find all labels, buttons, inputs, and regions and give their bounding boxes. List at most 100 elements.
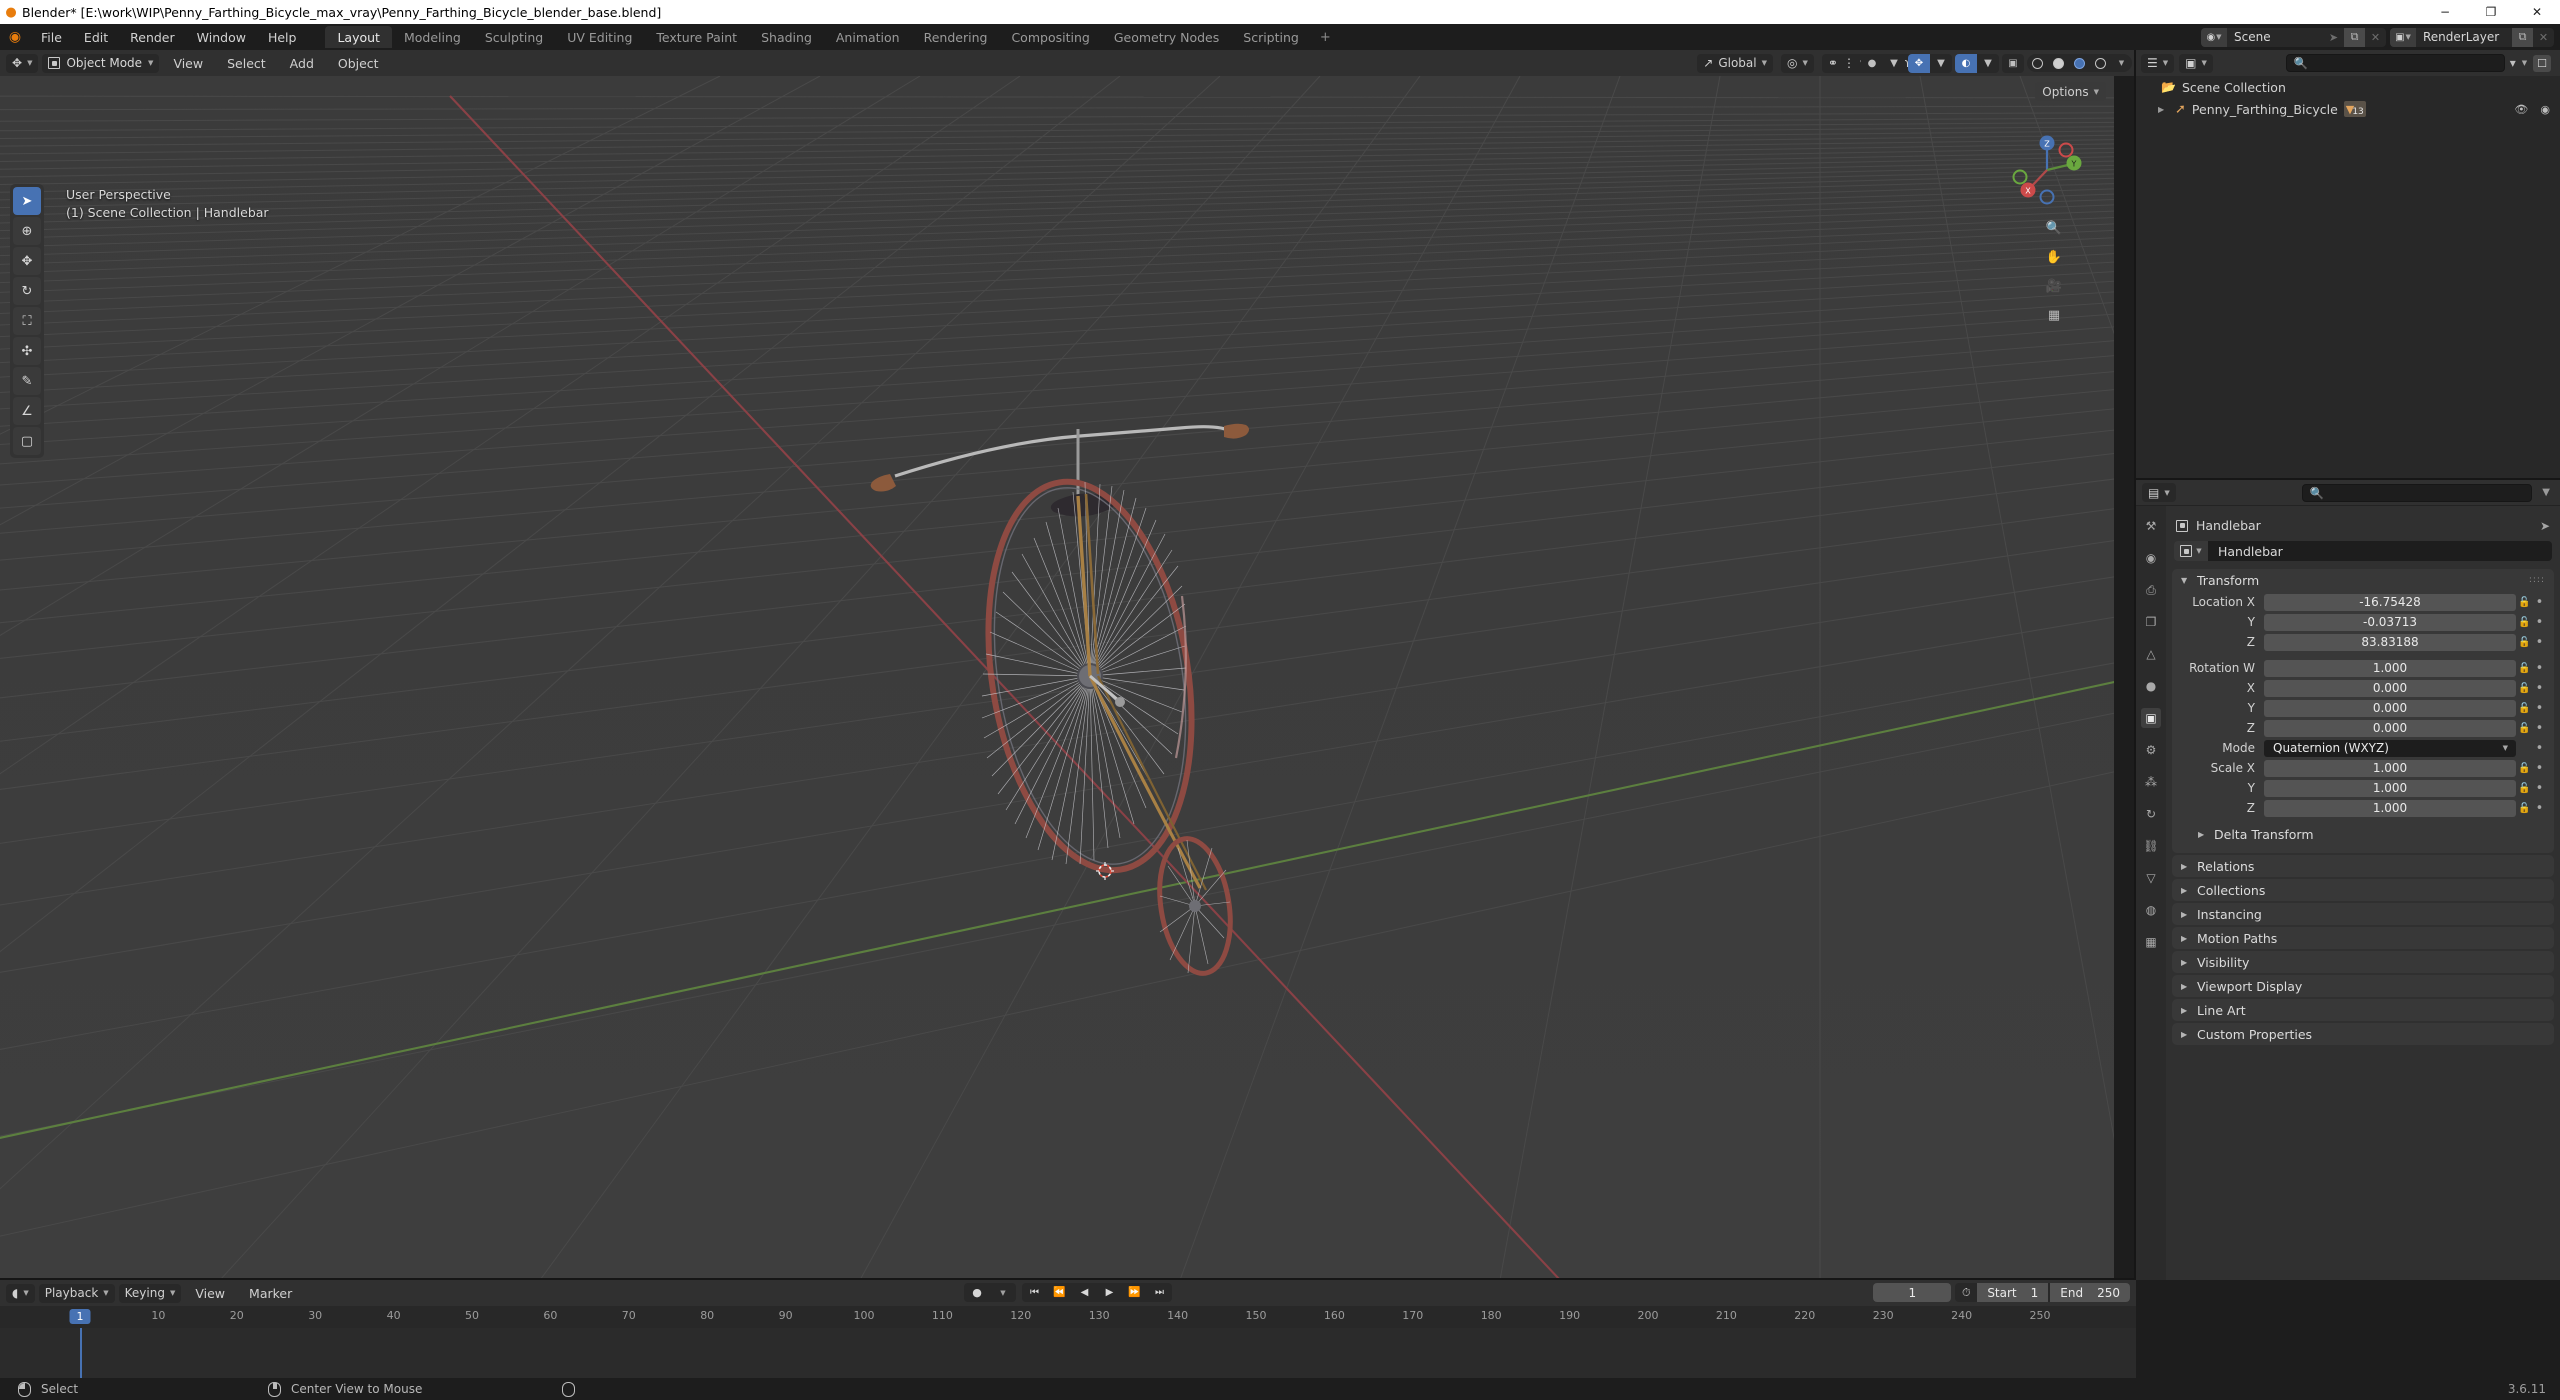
horizontal-splitter-timeline[interactable]	[0, 1278, 2136, 1280]
workspace-tab-shading[interactable]: Shading	[749, 26, 824, 48]
lock-scale-z-icon[interactable]: 🔓	[2516, 803, 2533, 814]
material-preview-shading-icon[interactable]	[2069, 54, 2090, 72]
playback-menu[interactable]: Playback ▼	[38, 1283, 115, 1303]
scene-selector[interactable]: ◉ ▼ Scene ➤ ⧉ ✕	[2201, 27, 2386, 47]
properties-editor-type-selector[interactable]: ▤ ▼	[2142, 483, 2176, 502]
field-rotation-w[interactable]: 1.000	[2264, 659, 2516, 677]
panel-delta-transform-header[interactable]: ▶ Delta Transform	[2180, 823, 2546, 845]
transform-tool[interactable]: ✣	[13, 337, 41, 365]
jump-to-start-button[interactable]: ⏮	[1022, 1283, 1047, 1302]
object-mode-selector[interactable]: Object Mode ▼	[42, 53, 160, 73]
outliner-search-input[interactable]: 🔍	[2285, 54, 2505, 72]
workspace-tab-texture-paint[interactable]: Texture Paint	[644, 26, 749, 48]
animate-location-x-icon[interactable]: •	[2533, 595, 2546, 610]
lock-rotation-y-icon[interactable]: 🔓	[2516, 703, 2533, 714]
next-keyframe-button[interactable]: ⏩	[1122, 1283, 1147, 1302]
lock-rotation-z-icon[interactable]: 🔓	[2516, 723, 2533, 734]
play-button[interactable]: ▶	[1097, 1283, 1122, 1302]
tab-view-layer[interactable]: ❐	[2141, 612, 2161, 632]
field-rotation-mode[interactable]: Quaternion (WXYZ) ▼	[2264, 739, 2516, 757]
rotate-tool[interactable]: ↻	[13, 277, 41, 305]
tab-texture[interactable]: ▦	[2141, 932, 2161, 952]
chevron-down-icon[interactable]: ▼	[2522, 59, 2527, 67]
navigation-gizmo[interactable]: Z Y X	[2008, 131, 2086, 209]
viewlayer-name[interactable]: RenderLayer	[2416, 27, 2512, 47]
animate-scale-x-icon[interactable]: •	[2533, 761, 2546, 776]
workspace-tab-uv-editing[interactable]: UV Editing	[555, 26, 644, 48]
animate-rotation-z-icon[interactable]: •	[2533, 721, 2546, 736]
workspace-tab-animation[interactable]: Animation	[824, 26, 912, 48]
chevron-down-icon[interactable]: ▼	[1930, 54, 1952, 73]
chevron-down-icon[interactable]: ▼	[990, 1283, 1016, 1302]
new-scene-icon[interactable]: ⧉	[2344, 27, 2365, 47]
camera-view-icon[interactable]: 🎥	[2044, 276, 2064, 296]
workspace-tab-modeling[interactable]: Modeling	[392, 26, 473, 48]
maximize-button[interactable]: ❐	[2468, 0, 2514, 24]
workspace-tab-rendering[interactable]: Rendering	[912, 26, 1000, 48]
minimize-button[interactable]: −	[2422, 0, 2468, 24]
field-rotation-x[interactable]: 0.000	[2264, 679, 2516, 697]
animate-rotation-x-icon[interactable]: •	[2533, 681, 2546, 696]
viewport-options-button[interactable]: Options ▼	[2035, 82, 2106, 101]
timeline-menu-view[interactable]: View	[185, 1283, 235, 1304]
cursor-tool[interactable]: ⊕	[13, 217, 41, 245]
show-overlays-icon[interactable]: ◐	[1955, 53, 1977, 73]
lock-rotation-w-icon[interactable]: 🔓	[2516, 663, 2533, 674]
viewport-menu-select[interactable]: Select	[217, 53, 276, 74]
keying-menu[interactable]: Keying ▼	[118, 1283, 182, 1303]
horizontal-splitter-outliner[interactable]	[2136, 478, 2560, 480]
toggle-ortho-perspective-icon[interactable]: ▦	[2044, 305, 2064, 325]
tab-output[interactable]: ⎙	[2141, 580, 2161, 600]
use-preview-range-icon[interactable]: ⏱	[1955, 1283, 1977, 1302]
menu-help[interactable]: Help	[257, 27, 308, 48]
properties-search-input[interactable]: 🔍	[2301, 483, 2532, 502]
panel-motion-paths-header[interactable]: ▶ Motion Paths	[2172, 927, 2554, 949]
field-rotation-z[interactable]: 0.000	[2264, 719, 2516, 737]
disable-in-renders-camera-icon[interactable]: ◉	[2540, 103, 2550, 116]
annotate-tool[interactable]: ✎	[13, 367, 41, 395]
tab-particles[interactable]: ⁂	[2141, 772, 2161, 792]
tab-world[interactable]: ●	[2141, 676, 2161, 696]
animate-location-z-icon[interactable]: •	[2533, 635, 2546, 650]
workspace-tab-sculpting[interactable]: Sculpting	[473, 26, 555, 48]
play-reverse-button[interactable]: ◀	[1072, 1283, 1097, 1302]
object-name-field[interactable]: Handlebar	[2208, 541, 2552, 561]
animate-scale-y-icon[interactable]: •	[2533, 781, 2546, 796]
panel-custom-properties-header[interactable]: ▶ Custom Properties	[2172, 1023, 2554, 1045]
viewport-menu-view[interactable]: View	[163, 53, 213, 74]
editor-type-selector[interactable]: ✥ ▼	[6, 53, 39, 73]
filter-funnel-icon[interactable]: ▾	[2510, 56, 2516, 70]
tab-render[interactable]: ◉	[2141, 548, 2161, 568]
field-scale-z[interactable]: 1.000	[2264, 799, 2516, 817]
viewport-3d[interactable]: User Perspective (1) Scene Collection | …	[0, 76, 2114, 1280]
panel-visibility-header[interactable]: ▶ Visibility	[2172, 951, 2554, 973]
outliner-display-mode-selector[interactable]: ▣ ▼	[2179, 53, 2213, 73]
field-scale-x[interactable]: 1.000	[2264, 759, 2516, 777]
field-location-x[interactable]: -16.75428	[2264, 593, 2516, 611]
field-location-y[interactable]: -0.03713	[2264, 613, 2516, 631]
timeline-editor-type-selector[interactable]: ◖ ▼	[6, 1283, 35, 1303]
menu-file[interactable]: File	[30, 27, 73, 48]
panel-viewport-display-header[interactable]: ▶ Viewport Display	[2172, 975, 2554, 997]
jump-to-end-button[interactable]: ⏭	[1147, 1283, 1172, 1302]
object-type-selector[interactable]: ▼	[2174, 541, 2208, 561]
pan-hand-icon[interactable]: ✋	[2044, 247, 2064, 267]
properties-options-icon[interactable]: ▼	[2542, 487, 2554, 498]
show-gizmo-icon[interactable]: ✥	[1908, 53, 1930, 73]
lock-location-z-icon[interactable]: 🔓	[2516, 637, 2533, 648]
panel-instancing-header[interactable]: ▶ Instancing	[2172, 903, 2554, 925]
xray-icon[interactable]: ▣	[2002, 54, 2024, 73]
outliner-row-penny-farthing-bicycle[interactable]: ▶ ➚ Penny_Farthing_Bicycle ▼ 13 👁 ◉	[2136, 98, 2560, 120]
current-frame-field[interactable]: 1	[1873, 1283, 1952, 1302]
new-viewlayer-icon[interactable]: ⧉	[2512, 27, 2533, 47]
pin-scene-icon[interactable]: ➤	[2323, 28, 2344, 47]
pivot-point-selector[interactable]: ◎ ▼	[1781, 53, 1814, 73]
hide-in-viewport-eye-icon[interactable]: 👁	[2514, 103, 2528, 116]
add-workspace-button[interactable]: +	[1311, 30, 1340, 45]
workspace-tab-layout[interactable]: Layout	[325, 26, 392, 48]
timeline-track-area[interactable]	[0, 1328, 2136, 1378]
auto-keying-toggle-icon[interactable]: ●	[964, 1283, 990, 1302]
chevron-down-icon[interactable]: ▼	[1883, 54, 1905, 73]
timeline-menu-marker[interactable]: Marker	[239, 1283, 302, 1304]
unlink-scene-icon[interactable]: ✕	[2365, 28, 2386, 47]
